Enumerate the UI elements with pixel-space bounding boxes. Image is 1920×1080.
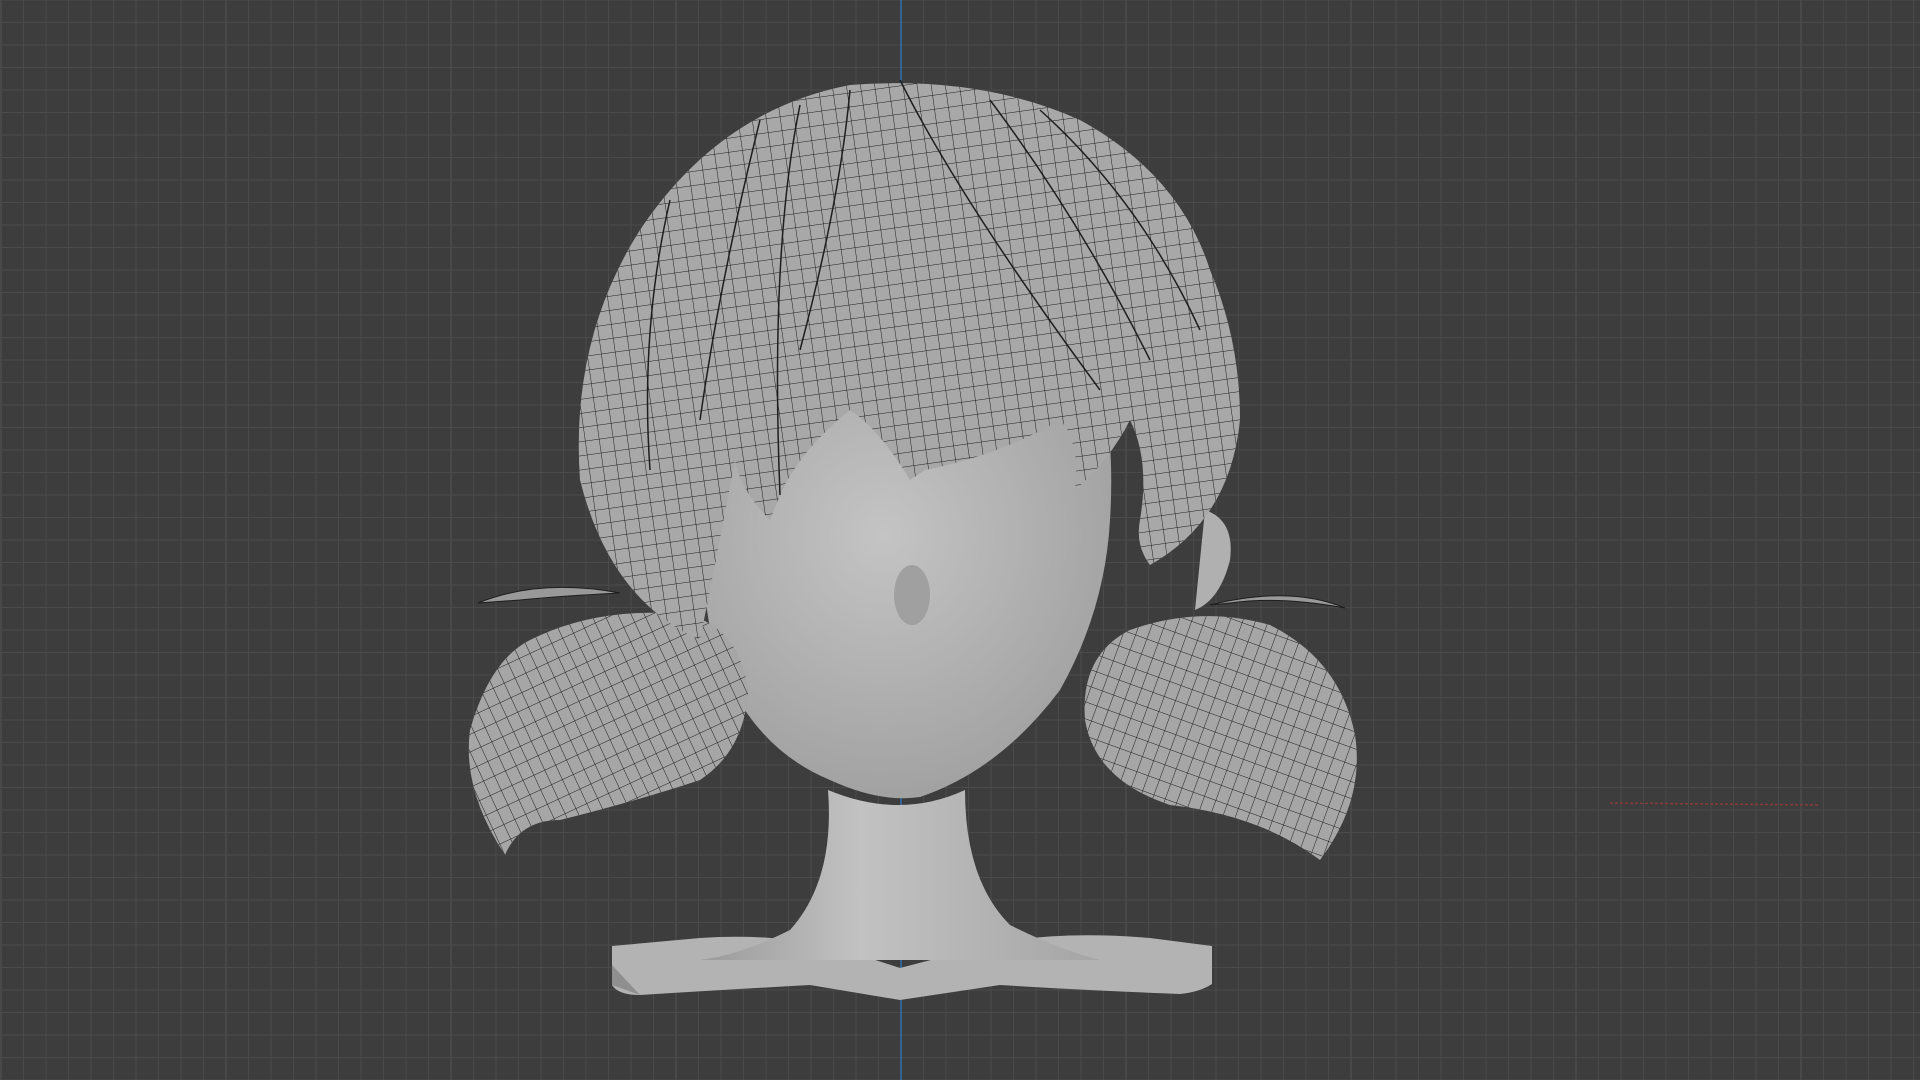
neck[interactable] — [700, 790, 1100, 960]
nose — [894, 565, 930, 625]
ear-right[interactable] — [1195, 510, 1231, 610]
pigtail-right[interactable] — [1084, 595, 1357, 860]
3d-viewport[interactable] — [0, 0, 1920, 1080]
x-axis-hint-line — [1609, 802, 1821, 806]
